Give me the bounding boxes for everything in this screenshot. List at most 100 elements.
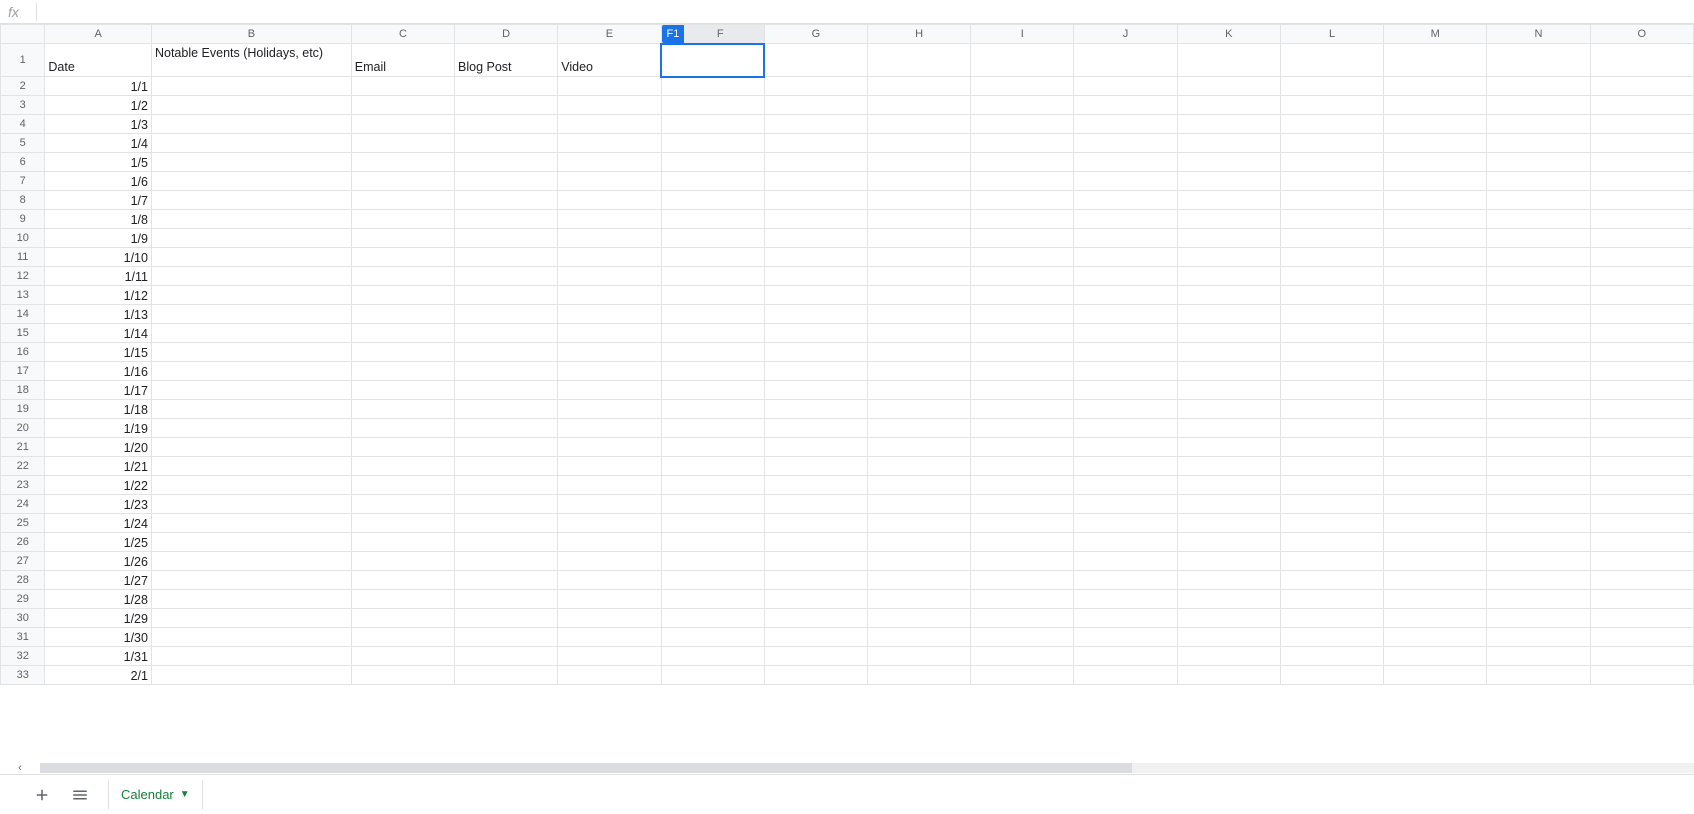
cell-B1[interactable]: Notable Events (Holidays, etc) xyxy=(151,44,351,77)
cell-E21[interactable] xyxy=(558,438,661,457)
cell-C10[interactable] xyxy=(351,229,454,248)
row-header-26[interactable]: 26 xyxy=(1,533,45,552)
cell-L32[interactable] xyxy=(1280,647,1383,666)
cell-G14[interactable] xyxy=(764,305,867,324)
cell-I16[interactable] xyxy=(971,343,1074,362)
row-header-21[interactable]: 21 xyxy=(1,438,45,457)
cell-G30[interactable] xyxy=(764,609,867,628)
cell-E13[interactable] xyxy=(558,286,661,305)
column-header-N[interactable]: N xyxy=(1487,25,1590,44)
cell-N29[interactable] xyxy=(1487,590,1590,609)
cell-O5[interactable] xyxy=(1590,134,1693,153)
cell-C4[interactable] xyxy=(351,115,454,134)
cell-O2[interactable] xyxy=(1590,77,1693,96)
cell-O18[interactable] xyxy=(1590,381,1693,400)
row-header-15[interactable]: 15 xyxy=(1,324,45,343)
cell-G18[interactable] xyxy=(764,381,867,400)
cell-A22[interactable]: 1/21 xyxy=(45,457,152,476)
cell-M4[interactable] xyxy=(1384,115,1487,134)
cell-M30[interactable] xyxy=(1384,609,1487,628)
cell-J5[interactable] xyxy=(1074,134,1177,153)
cell-I33[interactable] xyxy=(971,666,1074,685)
cell-N9[interactable] xyxy=(1487,210,1590,229)
cell-D1[interactable]: Blog Post xyxy=(455,44,558,77)
cell-L20[interactable] xyxy=(1280,419,1383,438)
cell-B16[interactable] xyxy=(151,343,351,362)
cell-G31[interactable] xyxy=(764,628,867,647)
cell-I28[interactable] xyxy=(971,571,1074,590)
cell-L8[interactable] xyxy=(1280,191,1383,210)
cell-C15[interactable] xyxy=(351,324,454,343)
cell-L19[interactable] xyxy=(1280,400,1383,419)
cell-N16[interactable] xyxy=(1487,343,1590,362)
cell-C17[interactable] xyxy=(351,362,454,381)
cell-F15[interactable] xyxy=(661,324,764,343)
cell-F27[interactable] xyxy=(661,552,764,571)
cell-K28[interactable] xyxy=(1177,571,1280,590)
cell-H33[interactable] xyxy=(867,666,970,685)
cell-B26[interactable] xyxy=(151,533,351,552)
cell-D20[interactable] xyxy=(455,419,558,438)
cell-A11[interactable]: 1/10 xyxy=(45,248,152,267)
row-header-12[interactable]: 12 xyxy=(1,267,45,286)
cell-I7[interactable] xyxy=(971,172,1074,191)
cell-G13[interactable] xyxy=(764,286,867,305)
cell-I1[interactable] xyxy=(971,44,1074,77)
cell-M6[interactable] xyxy=(1384,153,1487,172)
cell-N32[interactable] xyxy=(1487,647,1590,666)
cell-N8[interactable] xyxy=(1487,191,1590,210)
cell-I25[interactable] xyxy=(971,514,1074,533)
cell-K7[interactable] xyxy=(1177,172,1280,191)
cell-G12[interactable] xyxy=(764,267,867,286)
cell-I6[interactable] xyxy=(971,153,1074,172)
cell-C13[interactable] xyxy=(351,286,454,305)
cell-A32[interactable]: 1/31 xyxy=(45,647,152,666)
cell-I9[interactable] xyxy=(971,210,1074,229)
cell-L9[interactable] xyxy=(1280,210,1383,229)
cell-J16[interactable] xyxy=(1074,343,1177,362)
cell-J30[interactable] xyxy=(1074,609,1177,628)
cell-F3[interactable] xyxy=(661,96,764,115)
cell-G32[interactable] xyxy=(764,647,867,666)
cell-M33[interactable] xyxy=(1384,666,1487,685)
cell-J25[interactable] xyxy=(1074,514,1177,533)
cell-L24[interactable] xyxy=(1280,495,1383,514)
cell-N4[interactable] xyxy=(1487,115,1590,134)
row-header-1[interactable]: 1 xyxy=(1,44,45,77)
row-header-16[interactable]: 16 xyxy=(1,343,45,362)
cell-E33[interactable] xyxy=(558,666,661,685)
cell-H11[interactable] xyxy=(867,248,970,267)
cell-E26[interactable] xyxy=(558,533,661,552)
cell-D4[interactable] xyxy=(455,115,558,134)
cell-B12[interactable] xyxy=(151,267,351,286)
cell-K27[interactable] xyxy=(1177,552,1280,571)
cell-A31[interactable]: 1/30 xyxy=(45,628,152,647)
cell-J11[interactable] xyxy=(1074,248,1177,267)
cell-L28[interactable] xyxy=(1280,571,1383,590)
cell-F31[interactable] xyxy=(661,628,764,647)
cell-K24[interactable] xyxy=(1177,495,1280,514)
cell-O14[interactable] xyxy=(1590,305,1693,324)
cell-I15[interactable] xyxy=(971,324,1074,343)
cell-J28[interactable] xyxy=(1074,571,1177,590)
cell-L31[interactable] xyxy=(1280,628,1383,647)
cell-O10[interactable] xyxy=(1590,229,1693,248)
column-header-F[interactable]: F1 F xyxy=(661,25,764,44)
cell-E5[interactable] xyxy=(558,134,661,153)
cell-D24[interactable] xyxy=(455,495,558,514)
cell-H10[interactable] xyxy=(867,229,970,248)
cell-G24[interactable] xyxy=(764,495,867,514)
cell-I5[interactable] xyxy=(971,134,1074,153)
cell-I8[interactable] xyxy=(971,191,1074,210)
cell-D11[interactable] xyxy=(455,248,558,267)
cell-A29[interactable]: 1/28 xyxy=(45,590,152,609)
cell-O29[interactable] xyxy=(1590,590,1693,609)
row-header-32[interactable]: 32 xyxy=(1,647,45,666)
cell-M12[interactable] xyxy=(1384,267,1487,286)
cell-I4[interactable] xyxy=(971,115,1074,134)
cell-J20[interactable] xyxy=(1074,419,1177,438)
cell-D22[interactable] xyxy=(455,457,558,476)
cell-C8[interactable] xyxy=(351,191,454,210)
cell-H8[interactable] xyxy=(867,191,970,210)
cell-D29[interactable] xyxy=(455,590,558,609)
